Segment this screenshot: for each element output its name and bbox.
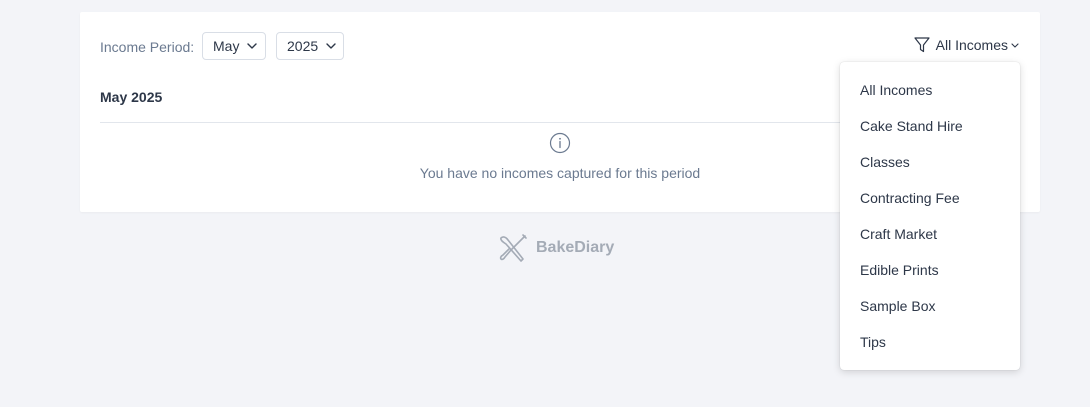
- dropdown-item-classes[interactable]: Classes: [840, 144, 1020, 180]
- month-select-value: May: [213, 38, 240, 54]
- income-category-filter-label: All Incomes: [935, 37, 1008, 53]
- info-circle-icon: [549, 132, 571, 154]
- dropdown-item-cake-stand-hire[interactable]: Cake Stand Hire: [840, 108, 1020, 144]
- dropdown-item-edible-prints[interactable]: Edible Prints: [840, 252, 1020, 288]
- crossed-baking-tools-icon: [497, 232, 529, 264]
- income-category-dropdown-menu: All Incomes Cake Stand Hire Classes Cont…: [840, 62, 1020, 370]
- income-period-label: Income Period:: [100, 39, 195, 55]
- year-select-value: 2025: [287, 38, 319, 54]
- chevron-down-icon: [1010, 40, 1020, 50]
- year-select[interactable]: 2025: [276, 32, 344, 60]
- footer-brand: BakeDiary: [497, 232, 614, 264]
- dropdown-item-sample-box[interactable]: Sample Box: [840, 288, 1020, 324]
- chevron-down-icon: [246, 40, 258, 52]
- month-select[interactable]: May: [202, 32, 266, 60]
- dropdown-item-all-incomes[interactable]: All Incomes: [840, 72, 1020, 108]
- brand-name: BakeDiary: [536, 239, 615, 256]
- chevron-down-icon: [325, 40, 337, 52]
- funnel-icon: [913, 36, 931, 54]
- period-title: May 2025: [100, 89, 163, 105]
- dropdown-item-craft-market[interactable]: Craft Market: [840, 216, 1020, 252]
- dropdown-item-contracting-fee[interactable]: Contracting Fee: [840, 180, 1020, 216]
- dropdown-item-tips[interactable]: Tips: [840, 324, 1020, 360]
- income-category-filter[interactable]: All Incomes: [913, 36, 1020, 54]
